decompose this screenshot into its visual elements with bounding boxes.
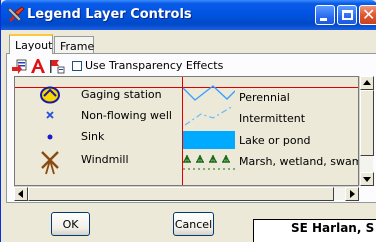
x-mark-icon xyxy=(46,111,54,119)
vertical-scroll-thumb[interactable] xyxy=(360,90,374,156)
horizontal-scroll-thumb[interactable] xyxy=(28,187,334,201)
intermittent-line xyxy=(184,106,234,126)
tab-layout[interactable]: Layout xyxy=(9,34,53,54)
ok-button[interactable]: OK xyxy=(51,212,90,236)
dot-icon xyxy=(47,134,53,140)
minimize-button[interactable] xyxy=(315,5,335,25)
scroll-up-button[interactable] xyxy=(360,76,374,90)
window-title: Legend Layer Controls xyxy=(27,7,192,22)
legend-label: Sink xyxy=(81,130,105,143)
windmill-icon xyxy=(41,151,59,175)
tool-icon xyxy=(7,6,25,22)
legend-label: Perennial xyxy=(239,91,290,104)
legend-preview: Gaging station Non-flowing well Sink Win… xyxy=(14,76,359,186)
legend-label: Non-flowing well xyxy=(81,109,172,122)
vertical-scrollbar[interactable] xyxy=(359,76,374,186)
text-style-icon[interactable] xyxy=(30,58,46,74)
scroll-right-button[interactable] xyxy=(345,187,359,201)
legend-label: Intermittent xyxy=(239,112,306,125)
legend-label: Gaging station xyxy=(81,88,162,101)
legend-label: Windmill xyxy=(81,153,129,166)
legend-layer-controls-window: Legend Layer Controls ✕ Layout Frame Use… xyxy=(0,0,376,242)
arrow-up-icon xyxy=(363,80,371,85)
arrow-right-icon xyxy=(350,190,355,198)
transparency-checkbox[interactable] xyxy=(72,61,82,71)
legend-label: Lake or pond xyxy=(239,134,311,147)
horizontal-scrollbar[interactable] xyxy=(14,186,359,201)
close-button[interactable]: ✕ xyxy=(359,5,376,25)
close-icon: ✕ xyxy=(362,5,376,24)
map-title-text: SE Harlan, S xyxy=(291,221,375,235)
arrow-left-icon xyxy=(18,190,23,198)
legend-label: Marsh, wetland, swamp xyxy=(239,155,359,168)
marsh-pattern xyxy=(183,155,235,170)
tab-frame[interactable]: Frame xyxy=(54,36,94,54)
transparency-checkbox-label: Use Transparency Effects xyxy=(85,59,224,72)
scroll-down-button[interactable] xyxy=(360,172,374,186)
arrow-down-icon xyxy=(363,177,371,182)
maximize-button[interactable] xyxy=(337,5,357,25)
title-bar[interactable]: Legend Layer Controls ✕ xyxy=(1,0,376,30)
flag-options-icon[interactable] xyxy=(49,58,65,74)
lake-fill xyxy=(183,131,235,149)
perennial-line xyxy=(183,85,235,101)
gaging-station-icon xyxy=(40,86,60,104)
add-layer-icon[interactable] xyxy=(12,58,28,74)
scroll-left-button[interactable] xyxy=(14,187,28,201)
cancel-button[interactable]: Cancel xyxy=(173,212,214,236)
